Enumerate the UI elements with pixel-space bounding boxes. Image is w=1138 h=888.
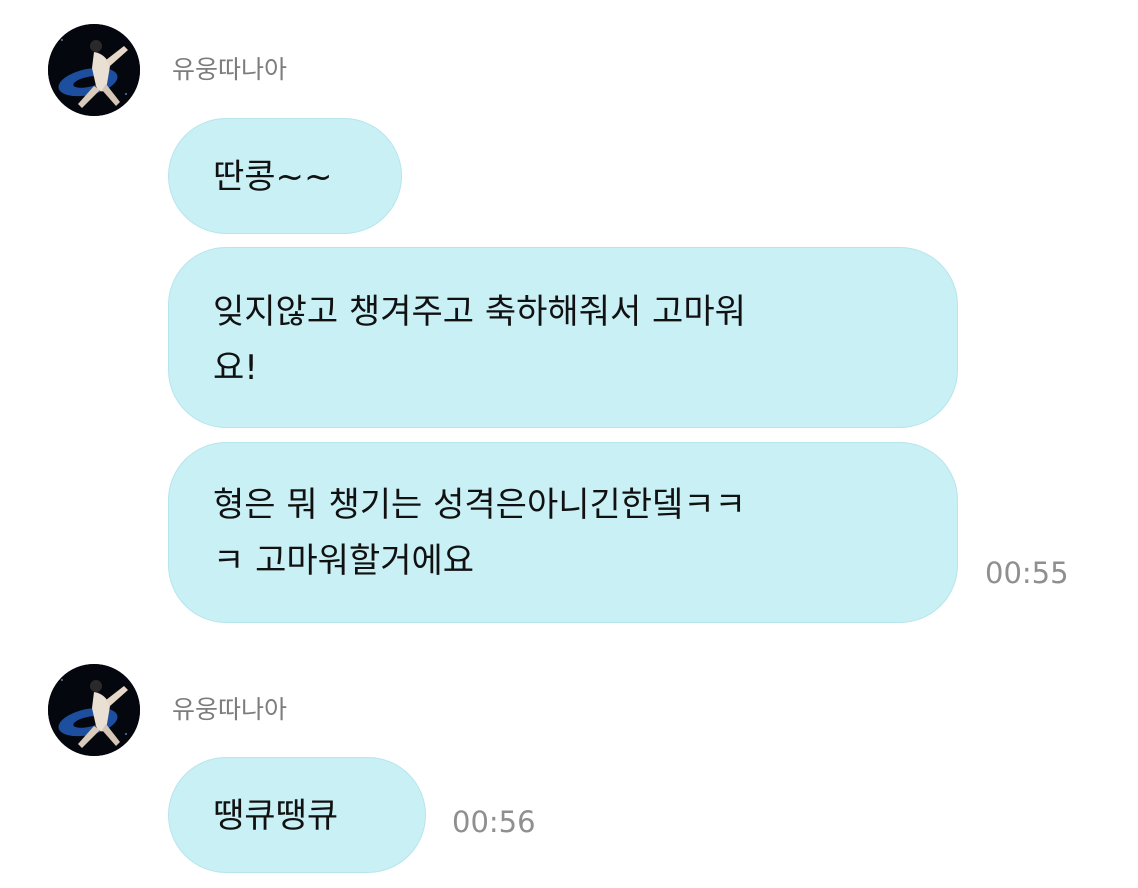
sender-name: 유웅따나아 [172, 55, 288, 84]
message-timestamp: 00:56 [452, 805, 536, 839]
message-bubble[interactable]: 형은 뭐 챙기는 성격은아니긴한뎈ㅋㅋ ㅋ 고마워할거에요 [168, 442, 958, 623]
profile-photo-avatar-icon [48, 24, 140, 116]
message-timestamp: 00:55 [985, 556, 1069, 590]
sender-avatar[interactable] [48, 24, 140, 116]
message-bubble[interactable]: 잊지않고 챙겨주고 축하해줘서 고마워 요! [168, 247, 958, 428]
message-bubble[interactable]: 딴콩~~ [168, 118, 402, 234]
profile-photo-avatar-icon [48, 664, 140, 756]
sender-name: 유웅따나아 [172, 695, 288, 724]
message-bubble[interactable]: 땡큐땡큐 [168, 757, 426, 873]
chat-thread: 유웅따나아 딴콩~~ 잊지않고 챙겨주고 축하해줘서 고마워 요! 형은 뭐 챙… [0, 0, 1138, 888]
message-text: 딴콩~~ [213, 157, 333, 197]
message-text: 잊지않고 챙겨주고 축하해줘서 고마워 [213, 292, 746, 332]
sender-avatar[interactable] [48, 664, 140, 756]
message-text: 땡큐땡큐 [213, 796, 339, 836]
message-text: 형은 뭐 챙기는 성격은아니긴한뎈ㅋㅋ [213, 485, 746, 525]
message-text: 요! [213, 348, 258, 388]
message-text: ㅋ 고마워할거에요 [213, 541, 475, 581]
